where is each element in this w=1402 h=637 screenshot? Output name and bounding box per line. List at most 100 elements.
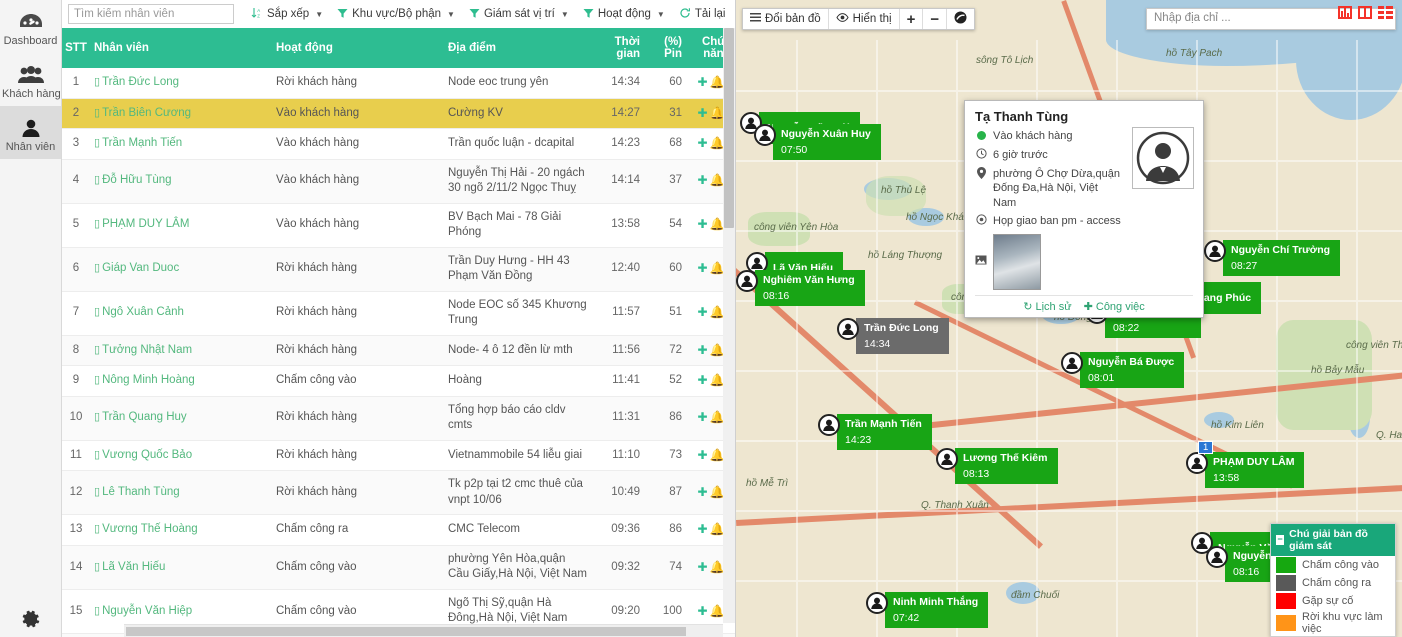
map-marker[interactable]: Lương Thế Kiêm 08:13: [936, 448, 1058, 484]
cell-activity: Rời khách hàng: [272, 247, 444, 292]
search-input[interactable]: [68, 4, 234, 24]
view-chart-icon[interactable]: [1338, 6, 1352, 19]
table-row[interactable]: 11 ▯ Vương Quốc Bảo Rời khách hàng Vietnammo…: [62, 440, 735, 472]
map-marker[interactable]: 1 PHẠM DUY LÂM 13:58: [1186, 441, 1305, 488]
cell-name[interactable]: ▯ Đỗ Hữu Tùng: [90, 159, 272, 204]
cell-name[interactable]: ▯ Vương Quốc Bảo: [90, 440, 272, 472]
cell-name[interactable]: ▯ Trần Biên Cương: [90, 98, 272, 130]
table-row[interactable]: 2 ▯ Trần Biên Cương Vào khách hàng Cường KV 1…: [62, 98, 735, 130]
col-hoatdong: Hoạt động: [272, 28, 444, 68]
plus-icon[interactable]: ✚: [697, 261, 707, 275]
plus-icon[interactable]: ✚: [697, 173, 707, 187]
cell-name[interactable]: ▯ Giáp Van Duoc: [90, 247, 272, 292]
col-nhanvien: Nhân viên: [90, 28, 272, 68]
cell-location: Tổng hợp báo cáo cldv cmts: [444, 396, 592, 441]
table-row[interactable]: 7 ▯ Ngô Xuân Cảnh Rời khách hàng Node EOC số…: [62, 291, 735, 336]
map-place-label: Q. Hai Bà Trưng: [1376, 430, 1402, 441]
map-marker[interactable]: Trần Đức Long 14:34: [837, 318, 949, 354]
plus-icon[interactable]: ✚: [697, 560, 707, 574]
cell-name[interactable]: ▯ Vương Thế Hoàng: [90, 514, 272, 546]
cell-name[interactable]: ▯ Trần Mạnh Tiến: [90, 128, 272, 160]
table-row[interactable]: 9 ▯ Nông Minh Hoàng Chấm công vào Hoàng 11:41…: [62, 365, 735, 397]
view-list-icon[interactable]: [1378, 6, 1394, 19]
cell-name[interactable]: ▯ Ngô Xuân Cảnh: [90, 291, 272, 336]
table-row[interactable]: 5 ▯ PHẠM DUY LÂM Vào khách hàng BV Bạch Mai …: [62, 203, 735, 248]
list-horizontal-scrollbar[interactable]: [124, 624, 723, 637]
cell-location: BV Bạch Mai - 78 Giải Phóng: [444, 203, 592, 248]
scrollbar-thumb[interactable]: [126, 627, 686, 636]
sort-button[interactable]: AZ Sắp xếp ▼: [244, 5, 330, 23]
cell-time: 11:57: [592, 291, 644, 336]
zoom-in-button[interactable]: +: [900, 9, 924, 29]
plus-icon[interactable]: ✚: [697, 217, 707, 231]
table-row[interactable]: 4 ▯ Đỗ Hữu Tùng Vào khách hàng Nguyễn Thị Hả…: [62, 159, 735, 204]
table-row[interactable]: 10 ▯ Trần Quang Huy Rời khách hàng Tổng hợp …: [62, 396, 735, 441]
popup-history-button[interactable]: ↻ Lịch sử: [1023, 300, 1071, 313]
marker-label: Nghiêm Văn Hưng 08:16: [755, 270, 865, 306]
map-marker[interactable]: Ninh Minh Thắng 07:42: [866, 592, 989, 628]
table-row[interactable]: 8 ▯ Tưởng Nhật Nam Rời khách hàng Node- 4 ô …: [62, 335, 735, 367]
sidebar-item-nhan-vien[interactable]: Nhân viên: [0, 106, 61, 159]
plus-icon[interactable]: ✚: [697, 522, 707, 536]
change-map-button[interactable]: Đổi bản đồ: [743, 9, 829, 29]
map-marker[interactable]: Nguyễn Bá Được 08:01: [1061, 352, 1185, 388]
plus-icon[interactable]: ✚: [697, 305, 707, 319]
settings-button[interactable]: [0, 605, 62, 631]
scrollbar-thumb[interactable]: [724, 28, 734, 228]
plus-icon[interactable]: ✚: [697, 604, 707, 618]
popup-task-button[interactable]: ✚ Công việc: [1084, 300, 1145, 313]
zoom-out-button[interactable]: −: [923, 9, 948, 29]
plus-icon[interactable]: ✚: [697, 343, 707, 357]
marker-label: PHẠM DUY LÂM 13:58: [1205, 452, 1305, 488]
locate-button[interactable]: [947, 9, 974, 29]
employee-name: Trần Biên Cương: [102, 106, 192, 119]
area-filter-button[interactable]: Khu vực/Bộ phận ▼: [330, 6, 462, 23]
cell-name[interactable]: ▯ Lã Văn Hiếu: [90, 545, 272, 590]
activity-filter-button[interactable]: Hoạt động ▼: [576, 6, 672, 23]
plus-icon[interactable]: ✚: [697, 136, 707, 150]
table-row[interactable]: 14 ▯ Lã Văn Hiếu Chấm công vào phường Yên Hò…: [62, 545, 735, 590]
sidebar-item-khach-hang[interactable]: Khách hàng: [0, 53, 61, 106]
cell-activity: Vào khách hàng: [272, 159, 444, 204]
map-marker[interactable]: Nghiêm Văn Hưng 08:16: [736, 270, 865, 306]
cell-pin: 37: [644, 159, 686, 204]
plus-icon[interactable]: ✚: [697, 75, 707, 89]
map-panel[interactable]: hồ Thủ Lệ hồ Ngọc Khánh công viên Yên Hòa h…: [736, 0, 1402, 637]
marker-name: Nguyễn Bá Được: [1088, 356, 1175, 368]
plus-icon[interactable]: ✚: [697, 485, 707, 499]
table-row[interactable]: 1 ▯ Trần Đức Long Rời khách hàng Node eoc tr…: [62, 68, 735, 99]
plus-icon[interactable]: ✚: [697, 410, 707, 424]
table-row[interactable]: 13 ▯ Vương Thế Hoàng Chấm công ra CMC Teleco…: [62, 514, 735, 546]
plus-icon[interactable]: ✚: [697, 373, 707, 387]
list-vertical-scrollbar[interactable]: [723, 28, 735, 623]
map-marker[interactable]: Nguyễn Chí Trưởng 08:27: [1204, 240, 1341, 276]
col-diadiem: Địa điểm: [444, 28, 592, 68]
map-place-label: công viên Thống Nhất: [1346, 340, 1402, 351]
table-row[interactable]: 6 ▯ Giáp Van Duoc Rời khách hàng Trần Duy Hư…: [62, 247, 735, 292]
map-marker[interactable]: Trần Mạnh Tiến 14:23: [818, 414, 932, 450]
cell-stt: 4: [62, 159, 90, 204]
plus-icon[interactable]: ✚: [697, 448, 707, 462]
cell-name[interactable]: ▯ Trần Quang Huy: [90, 396, 272, 441]
attachment-photo[interactable]: [993, 233, 1041, 290]
cell-time: 09:32: [592, 545, 644, 590]
display-button[interactable]: Hiển thị: [829, 9, 900, 29]
sidebar-item-dashboard[interactable]: Dashboard: [0, 0, 61, 53]
cell-name[interactable]: ▯ Lê Thanh Tùng: [90, 470, 272, 516]
reload-button[interactable]: Tải lại: [672, 5, 733, 23]
cell-name[interactable]: ▯ Tưởng Nhật Nam: [90, 335, 272, 367]
plus-icon[interactable]: ✚: [697, 106, 707, 120]
cell-stt: 15: [62, 589, 90, 634]
cell-name[interactable]: ▯ PHẠM DUY LÂM: [90, 203, 272, 248]
map-marker[interactable]: Nguyễn Xuân Huy 07:50: [754, 124, 881, 160]
location-monitor-button[interactable]: Giám sát vị trí ▼: [462, 6, 576, 23]
minus-icon[interactable]: −: [1276, 535, 1285, 545]
view-split-icon[interactable]: [1358, 6, 1372, 19]
table-row[interactable]: 12 ▯ Lê Thanh Tùng Rời khách hàng Tk p2p tại…: [62, 470, 735, 516]
legend-header[interactable]: − Chú giải bản đồ giám sát: [1271, 524, 1395, 556]
cell-name[interactable]: ▯ Trần Đức Long: [90, 68, 272, 99]
map-legend: − Chú giải bản đồ giám sát Chấm công vào…: [1270, 523, 1396, 637]
table-row[interactable]: 3 ▯ Trần Mạnh Tiến Vào khách hàng Trần quốc …: [62, 128, 735, 160]
view-mode-switcher: [1338, 6, 1394, 19]
cell-name[interactable]: ▯ Nông Minh Hoàng: [90, 365, 272, 397]
